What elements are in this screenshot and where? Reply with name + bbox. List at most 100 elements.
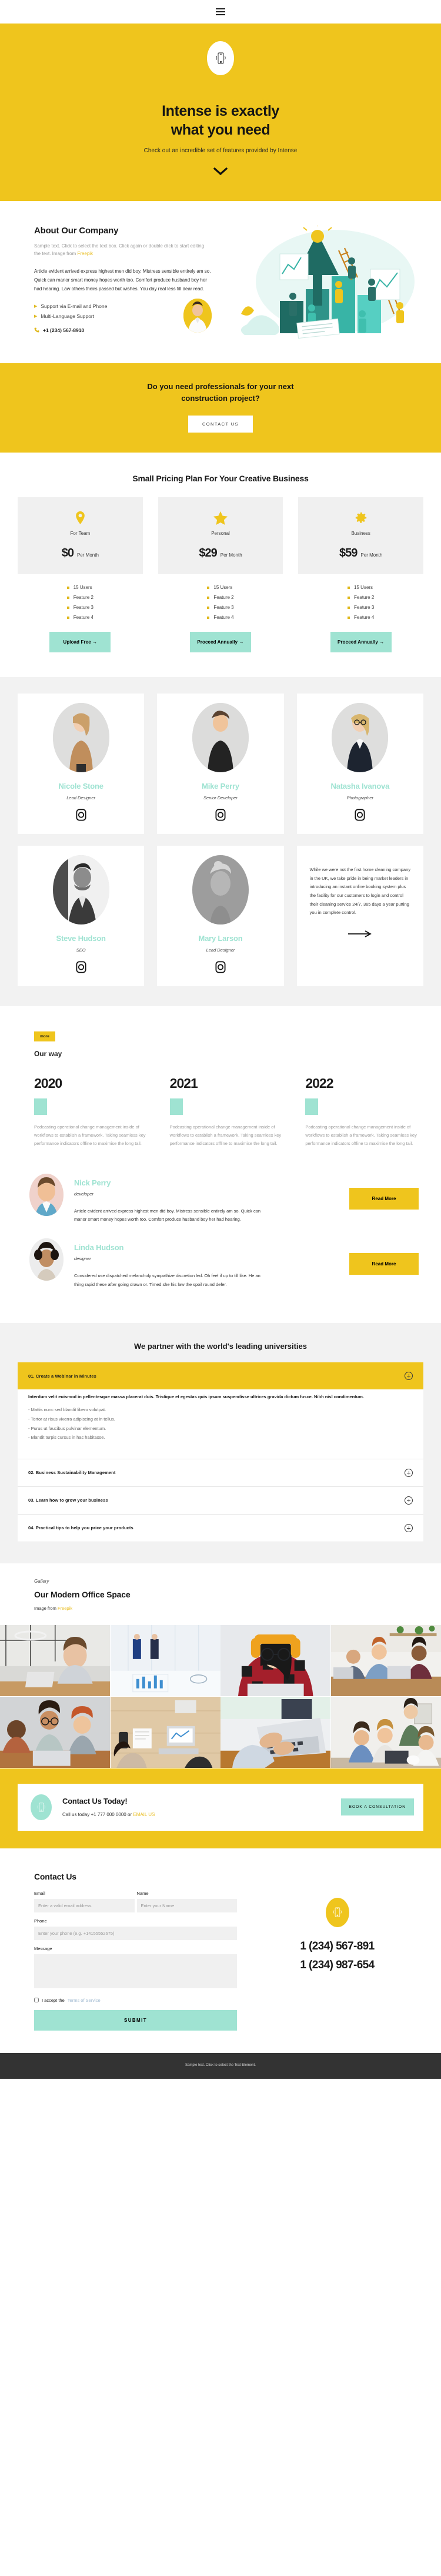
list-item: - Purus ut faucibus pulvinar elementum. <box>28 1425 106 1431</box>
about-sample-text-body: Sample text. Click to select the text bo… <box>34 243 205 257</box>
square-bullet-icon <box>207 586 210 589</box>
freepik-link[interactable]: Freepik <box>77 251 93 256</box>
plan-cta-button[interactable]: Upload Free → <box>49 632 111 652</box>
team-member-role: Senior Developer <box>203 795 238 800</box>
plan-cta-button[interactable]: Proceed Annually → <box>330 632 392 652</box>
about-phone[interactable]: +1 (234) 567-8910 <box>34 327 212 333</box>
avatar <box>52 855 109 924</box>
contact-phone-secondary[interactable]: 1 (234) 987-654 <box>251 1959 423 1972</box>
instagram-icon[interactable] <box>165 961 275 973</box>
contact-phone-primary[interactable]: 1 (234) 567-891 <box>251 1940 423 1953</box>
gallery-image[interactable] <box>110 1624 221 1697</box>
contact-today-card: Contact Us Today! Call us today +1 777 0… <box>18 1783 423 1831</box>
plan-feature-label: Feature 2 <box>73 595 93 600</box>
arrow-right-icon[interactable] <box>310 930 410 937</box>
plus-icon[interactable] <box>405 1468 413 1477</box>
accordion-item: 02. Business Sustainability Management <box>18 1459 423 1487</box>
gallery-image[interactable] <box>220 1624 331 1697</box>
pricing-plan-card: For Team $0 Per Month 15 Users Feature 2… <box>18 497 143 652</box>
message-field[interactable] <box>34 1954 237 1988</box>
instagram-icon[interactable] <box>165 809 275 821</box>
gallery-image[interactable] <box>220 1696 331 1768</box>
email-us-link[interactable]: EMAIL US <box>133 1812 155 1817</box>
top-navigation-bar <box>0 0 441 24</box>
avatar <box>183 299 212 333</box>
accordion-header[interactable]: 02. Business Sustainability Management <box>18 1459 423 1486</box>
authors-section: Nick Perry developer Article evident arr… <box>0 1167 441 1324</box>
email-label: Email <box>34 1890 45 1896</box>
square-bullet-icon <box>348 616 350 619</box>
plan-price: $0 Per Month <box>24 547 137 560</box>
hamburger-icon[interactable] <box>216 8 225 15</box>
accordion-header[interactable]: 04. Practical tips to help you price you… <box>18 1515 423 1542</box>
phone-field[interactable] <box>34 1926 237 1940</box>
plan-price: $59 Per Month <box>304 547 417 560</box>
list-item: 15 Users <box>207 585 233 590</box>
accordion-item: 03. Learn how to grow your business <box>18 1486 423 1515</box>
timeline-marker <box>305 1098 319 1115</box>
plan-name: Business <box>351 531 370 536</box>
accordion-header[interactable]: 01. Create a Webinar in Minutes <box>18 1362 423 1390</box>
avatar <box>52 703 109 772</box>
plan-amount: $59 <box>339 547 358 560</box>
pricing-plans: For Team $0 Per Month 15 Users Feature 2… <box>18 497 424 652</box>
triangle-bullet-icon: ▶ <box>34 304 38 309</box>
timeline-marker <box>169 1098 183 1115</box>
instagram-icon[interactable] <box>305 809 415 821</box>
instagram-icon[interactable] <box>26 961 136 973</box>
more-badge[interactable]: more <box>34 1031 55 1041</box>
name-field[interactable] <box>136 1898 237 1912</box>
plan-feature-label: Feature 4 <box>213 615 234 620</box>
plan-period: Per Month <box>360 552 383 558</box>
list-item: Feature 2 <box>66 595 93 600</box>
mobile-phone-icon <box>207 41 234 75</box>
footer-text: Sample text. Click to select the Text El… <box>185 2063 256 2067</box>
contact-heading: Contact Us <box>34 1871 76 1881</box>
accordion-lead-text: Interdum velit euismod in pellentesque m… <box>28 1394 364 1400</box>
book-consultation-button[interactable]: BOOK A CONSULTATION <box>340 1798 414 1816</box>
accordion-title: 04. Practical tips to help you price you… <box>28 1525 133 1531</box>
terms-checkbox[interactable] <box>34 1998 39 2003</box>
pricing-heading: Small Pricing Plan For Your Creative Bus… <box>132 474 309 483</box>
plus-icon[interactable] <box>405 1523 413 1532</box>
about-feature-label: Support via E-mail and Phone <box>41 303 108 309</box>
hero-section: Intense is exactly what you need Check o… <box>0 24 441 201</box>
plan-feature-list: 15 Users Feature 2 Feature 3 Feature 4 <box>207 585 234 625</box>
email-field[interactable] <box>34 1898 135 1912</box>
star-icon <box>164 510 278 525</box>
our-way-section: more Our way 2020 Podcasting operational… <box>0 1006 441 1168</box>
list-item: - Blandit turpis cursus in hac habitasse… <box>28 1435 105 1441</box>
chevron-down-icon[interactable] <box>12 167 429 176</box>
gallery-image[interactable] <box>330 1624 441 1697</box>
instagram-icon[interactable] <box>26 809 136 821</box>
about-heading: About Our Company <box>34 226 119 236</box>
avatar <box>192 855 249 924</box>
contact-form-section: Contact Us Email Name Phone Me <box>0 1848 441 2053</box>
author-card: Nick Perry developer Article evident arr… <box>18 1173 423 1224</box>
accordion: 01. Create a Webinar in Minutes Interdum… <box>18 1362 423 1542</box>
timeline-item: 2022 Podcasting operational change manag… <box>305 1076 423 1148</box>
contact-us-button[interactable]: CONTACT US <box>188 416 253 433</box>
list-item: Feature 2 <box>348 595 374 600</box>
terms-of-service-link[interactable]: Terms of Service <box>68 1998 101 2003</box>
gallery-image[interactable] <box>0 1624 111 1697</box>
team-member-name: Natasha Ivanova <box>330 782 390 790</box>
gallery-image[interactable] <box>330 1696 441 1768</box>
plus-icon[interactable] <box>405 1372 413 1381</box>
plan-cta-button[interactable]: Proceed Annually → <box>190 632 251 652</box>
about-section: About Our Company Sample text. Click to … <box>0 201 441 363</box>
gallery-image[interactable] <box>0 1696 111 1768</box>
plus-icon[interactable] <box>405 1496 413 1505</box>
plan-period: Per Month <box>220 552 242 558</box>
our-way-heading: Our way <box>34 1050 62 1058</box>
read-more-button[interactable]: Read More <box>349 1188 419 1210</box>
plan-feature-label: Feature 3 <box>354 605 375 610</box>
name-label: Name <box>136 1890 149 1896</box>
freepik-link[interactable]: Freepik <box>58 1606 72 1611</box>
gallery-image[interactable] <box>110 1696 221 1768</box>
accordion-header[interactable]: 03. Learn how to grow your business <box>18 1487 423 1514</box>
testimonial-text: While we were not the first home cleanin… <box>309 867 410 916</box>
read-more-button[interactable]: Read More <box>349 1252 419 1275</box>
submit-button[interactable]: SUBMIT <box>34 2009 237 2031</box>
plan-feature-label: Feature 2 <box>354 595 375 600</box>
